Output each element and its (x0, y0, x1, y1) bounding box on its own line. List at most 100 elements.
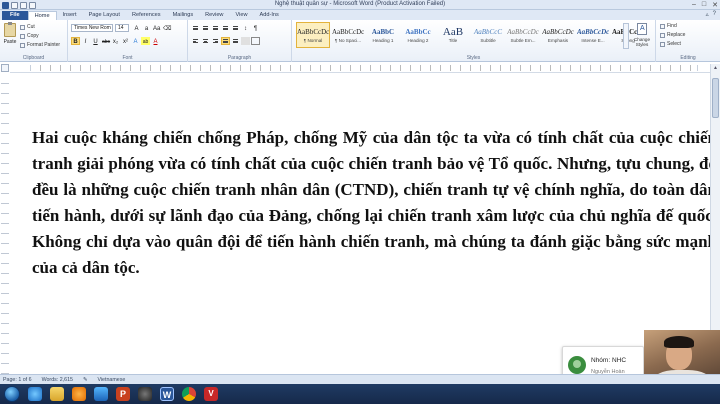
unikey-icon[interactable]: V (204, 387, 218, 401)
start-button-icon[interactable] (4, 386, 20, 402)
taskbar: P W V (0, 384, 720, 404)
style-intense-emphasis[interactable]: AaBbCcDc Intense E... (576, 22, 610, 48)
style-subtitle[interactable]: AaBbCcC Subtitle (471, 22, 505, 48)
underline-button[interactable]: U (91, 37, 100, 45)
tab-insert[interactable]: Insert (57, 11, 83, 20)
maximize-button[interactable]: □ (702, 1, 706, 9)
replace-button[interactable]: Replace (660, 32, 685, 38)
select-icon (660, 41, 665, 47)
tab-view[interactable]: View (229, 11, 253, 20)
justify-icon[interactable] (221, 37, 230, 45)
tab-file[interactable]: File (2, 11, 28, 20)
word-count[interactable]: Words: 2,615 (42, 377, 73, 383)
font-color-button[interactable]: A (151, 37, 160, 45)
page-count[interactable]: Page: 1 of 6 (3, 377, 32, 383)
font-size-select[interactable]: 14 (115, 24, 129, 32)
shading-icon[interactable] (241, 37, 250, 45)
highlight-button[interactable]: ab (141, 37, 150, 45)
folder-icon[interactable] (50, 387, 64, 401)
minimize-button[interactable]: – (692, 1, 696, 9)
style-heading-1[interactable]: AaBbC Heading 1 (366, 22, 400, 48)
select-button[interactable]: Select (660, 41, 681, 47)
line-spacing-icon[interactable] (231, 37, 240, 45)
help-icon[interactable]: ? (713, 11, 716, 18)
superscript-button[interactable]: x² (121, 37, 130, 45)
horizontal-ruler[interactable] (10, 64, 710, 73)
bullets-icon[interactable] (191, 24, 200, 32)
tab-review[interactable]: Review (199, 11, 229, 20)
clear-format-icon[interactable]: ⌫ (162, 24, 171, 32)
style-emphasis[interactable]: AaBbCcDc Emphasis (541, 22, 575, 48)
sort-icon[interactable]: ↕ (241, 24, 250, 32)
bold-button[interactable]: B (71, 37, 80, 45)
powerpoint-icon[interactable]: P (116, 387, 130, 401)
teamviewer-icon[interactable] (94, 387, 108, 401)
font-name-select[interactable]: Times New Rom (71, 24, 113, 32)
increase-indent-icon[interactable] (231, 24, 240, 32)
scroll-up-icon[interactable]: ▲ (712, 65, 719, 72)
style-sample: AaBbC (371, 28, 395, 36)
find-button[interactable]: Find (660, 23, 677, 29)
italic-button[interactable]: I (81, 37, 90, 45)
show-marks-icon[interactable]: ¶ (251, 24, 260, 32)
style-sample: AaBbCcDc (542, 28, 574, 36)
change-case-icon[interactable]: Aa (152, 24, 161, 32)
ribbon: Paste Cut Copy Format Painter Clipboard … (0, 20, 720, 62)
status-bar: Page: 1 of 6 Words: 2,615 ✎ Vietnamese (0, 374, 720, 384)
text-effects-button[interactable]: A (131, 37, 140, 45)
word-icon[interactable]: W (160, 387, 174, 401)
proofing-icon[interactable]: ✎ (83, 377, 87, 383)
multilevel-list-icon[interactable] (211, 24, 220, 32)
scroll-thumb[interactable] (712, 78, 719, 118)
tab-mailings[interactable]: Mailings (167, 11, 200, 20)
grow-font-icon[interactable]: A (132, 24, 141, 32)
align-left-icon[interactable] (191, 37, 200, 45)
style-heading-2[interactable]: AaBbCc Heading 2 (401, 22, 435, 48)
subscript-button[interactable]: x₂ (111, 37, 120, 45)
style-name: Heading 1 (372, 38, 394, 43)
chrome-icon[interactable] (182, 387, 196, 401)
cut-button[interactable]: Cut (20, 24, 35, 30)
style-subtle-emphasis[interactable]: AaBbCcDc Subtle Em... (506, 22, 540, 48)
paste-label: Paste (3, 39, 17, 45)
editing-label: Editing (680, 55, 696, 61)
copy-button[interactable]: Copy (20, 33, 39, 39)
replace-icon (660, 32, 665, 38)
ruler-toggle-icon[interactable] (1, 64, 9, 72)
strikethrough-button[interactable]: abc (101, 37, 110, 45)
copy-label: Copy (27, 33, 39, 39)
decrease-indent-icon[interactable] (221, 24, 230, 32)
style-sample: AaBbCcDc (577, 28, 609, 36)
align-right-icon[interactable] (211, 37, 220, 45)
camera-app-icon[interactable] (138, 387, 152, 401)
tab-home[interactable]: Home (27, 11, 57, 20)
minimize-ribbon-icon[interactable]: ▵ (706, 11, 709, 18)
shrink-font-icon[interactable]: a (142, 24, 151, 32)
document-page[interactable]: Hai cuộc kháng chiến chống Pháp, chống M… (10, 74, 717, 374)
styles-scroll-button[interactable] (623, 23, 629, 49)
numbering-icon[interactable] (201, 24, 210, 32)
close-button[interactable]: ✕ (712, 1, 718, 9)
style-normal[interactable]: AaBbCcDc ¶ Normal (296, 22, 330, 48)
align-center-icon[interactable] (201, 37, 210, 45)
paste-icon (4, 22, 16, 37)
media-player-icon[interactable] (72, 387, 86, 401)
tab-references[interactable]: References (126, 11, 167, 20)
borders-icon[interactable] (251, 37, 260, 45)
document-paragraph[interactable]: Hai cuộc kháng chiến chống Pháp, chống M… (32, 125, 717, 281)
style-sample: AaBbCc (405, 28, 431, 36)
format-painter-button[interactable]: Format Painter (20, 42, 60, 48)
cut-label: Cut (27, 24, 35, 30)
tab-add-ins[interactable]: Add-Ins (254, 11, 285, 20)
style-no-spacing[interactable]: AaBbCcDc ¶ No Spaci... (331, 22, 365, 48)
paste-button[interactable]: Paste (3, 22, 17, 51)
font-label: Font (122, 55, 133, 61)
internet-explorer-icon[interactable] (28, 387, 42, 401)
style-name: Intense E... (581, 38, 605, 43)
change-styles-button[interactable]: Change Styles (631, 23, 653, 47)
style-title[interactable]: AaB Title (436, 22, 470, 48)
tab-page-layout[interactable]: Page Layout (83, 11, 126, 20)
language-indicator[interactable]: Vietnamese (97, 377, 125, 383)
vertical-scrollbar[interactable]: ▲ ▼ (710, 64, 720, 374)
style-sample: AaB (442, 26, 464, 38)
